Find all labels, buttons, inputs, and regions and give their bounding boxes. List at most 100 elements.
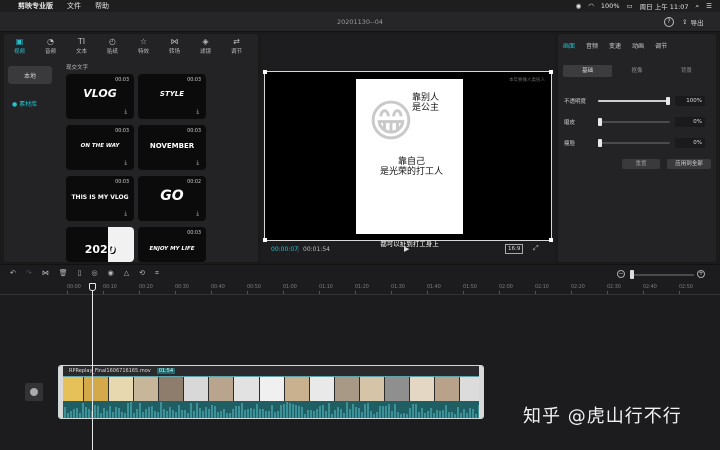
tab-effects[interactable]: ☆ 特效	[128, 34, 159, 56]
opacity-slider[interactable]	[598, 97, 670, 105]
subtab-basic[interactable]: 基础	[563, 65, 613, 77]
frame-thumb	[359, 377, 385, 401]
tab-adjust[interactable]: ⇄ 调节	[221, 34, 252, 56]
battery-icon[interactable]: ▭	[627, 2, 633, 10]
frame-thumb	[259, 377, 285, 401]
waveform-bar	[439, 411, 441, 418]
redo-icon[interactable]: ↷	[26, 269, 32, 278]
clip-trim-left[interactable]	[59, 366, 63, 418]
source-library[interactable]: ● 素材库	[8, 94, 52, 112]
reverse-icon[interactable]: ◎	[92, 269, 98, 278]
opacity-value[interactable]: 100%	[675, 96, 705, 106]
subtab-cutout[interactable]: 抠像	[612, 65, 661, 77]
tick-label: 01:40	[427, 285, 441, 294]
mirror-icon[interactable]: ◉	[108, 269, 114, 278]
resize-handle[interactable]	[549, 70, 553, 74]
time-ruler[interactable]: 00:00 00:10 00:20 00:30 00:40 00:50 01:0…	[0, 283, 720, 295]
tab-transition[interactable]: ⋈ 转场	[159, 34, 190, 56]
thumb-november[interactable]: 00:03 NOVEMBER ⤓	[138, 125, 206, 170]
wifi-icon[interactable]: ◠	[588, 2, 594, 10]
tab-audio[interactable]: ◔ 音频	[35, 34, 66, 56]
tab-animation[interactable]: 动画	[632, 41, 644, 50]
track-audio-toggle[interactable]	[25, 383, 43, 401]
download-icon[interactable]: ⤓	[124, 159, 127, 167]
undo-icon[interactable]: ↶	[10, 269, 16, 278]
clip-trim-right[interactable]	[479, 366, 483, 418]
thumb-2020[interactable]: 00:03 2020	[66, 227, 134, 262]
menu-help[interactable]: 帮助	[95, 1, 109, 11]
media-panel: ▣ 视频 ◔ 音频 TI 文本 ◴ 贴纸 ☆ 特效 ⋈ 转场 ◈ 滤镜 ⇄ 调节 本地 ● 素材…	[4, 34, 258, 262]
clip-filename: RPReplay_Final1606716165.mov	[69, 368, 151, 374]
download-icon[interactable]: ⤓	[124, 108, 127, 116]
aspect-ratio-button[interactable]: 16:9	[505, 244, 524, 254]
smooth-value[interactable]: 0%	[675, 117, 705, 127]
split-icon[interactable]: ⋈	[42, 269, 49, 278]
freeze-icon[interactable]: ▯	[78, 269, 82, 278]
tab-speed[interactable]: 变速	[609, 41, 621, 50]
crop-icon[interactable]: ⌗	[155, 269, 159, 278]
waveform-bar	[136, 409, 138, 418]
source-local[interactable]: 本地	[8, 66, 52, 84]
waveform-bar	[331, 414, 333, 418]
slider-knob[interactable]	[598, 118, 602, 126]
thumb-on-the-way[interactable]: 00:03 ON THE WAY ⤓	[66, 125, 134, 170]
play-icon[interactable]: ▶	[404, 245, 409, 253]
waveform-bar	[238, 406, 240, 418]
tab-audio-props[interactable]: 音频	[586, 41, 598, 50]
waveform-bar	[205, 407, 207, 418]
menu-file[interactable]: 文件	[67, 1, 81, 11]
help-icon[interactable]: ?	[664, 17, 674, 27]
apply-all-button[interactable]: 应用到全部	[667, 159, 711, 169]
wechat-icon[interactable]: ◉	[576, 2, 582, 10]
waveform-bar	[454, 414, 456, 418]
flip-icon[interactable]: △	[124, 269, 129, 278]
download-icon[interactable]: ⤓	[196, 210, 199, 218]
control-center-icon[interactable]: ☰	[706, 2, 712, 10]
playhead[interactable]	[92, 285, 93, 450]
preview-canvas[interactable]: 😁 靠别人 是公主 靠自己 是光荣的打工人 都可以扯到打工身上 本年要做人类技人	[263, 70, 553, 248]
status-area: ◉ ◠ 100% ▭ 周日 上午 11:07 ⌕ ☰	[576, 0, 712, 12]
video-clip[interactable]: RPReplay_Final1606716165.mov 01:54	[58, 365, 484, 419]
resize-handle[interactable]	[263, 70, 267, 74]
waveform-bar	[325, 411, 327, 418]
tab-text[interactable]: TI 文本	[66, 34, 97, 56]
slim-face-value[interactable]: 0%	[675, 138, 705, 148]
tick-label: 02:20	[571, 285, 585, 294]
zoom-knob[interactable]	[630, 270, 634, 279]
thumb-this-is-my-vlog[interactable]: 00:03 THIS IS MY VLOG ⤓	[66, 176, 134, 221]
delete-icon[interactable]: 🗑	[59, 269, 68, 278]
tab-picture[interactable]: 画面	[563, 41, 575, 50]
export-button[interactable]: ⇪ 导出	[682, 16, 703, 28]
thumb-enjoy-my-life[interactable]: 00:03 ENJOY MY LIFE	[138, 227, 206, 262]
video-icon: ▣	[15, 37, 24, 46]
waveform-bar	[262, 409, 264, 418]
download-icon[interactable]: ⤓	[124, 210, 127, 218]
thumb-style[interactable]: 00:03 STYLE ⤓	[138, 74, 206, 119]
slim-face-slider[interactable]	[598, 139, 670, 147]
rotate-icon[interactable]: ⟲	[139, 269, 145, 278]
properties-panel: 画面 音频 变速 动画 调节 基础 抠像 背景 不透明度 100% 磨皮 0% …	[558, 34, 716, 262]
smooth-slider[interactable]	[598, 118, 670, 126]
clock[interactable]: 周日 上午 11:07	[640, 1, 689, 11]
waveform-bar	[118, 408, 120, 418]
slider-knob[interactable]	[598, 139, 602, 147]
download-icon[interactable]: ⤓	[196, 159, 199, 167]
download-icon[interactable]: ⤓	[196, 108, 199, 116]
zoom-slider[interactable]	[630, 274, 694, 276]
playhead-handle[interactable]	[89, 283, 96, 291]
tab-filter[interactable]: ◈ 滤镜	[190, 34, 221, 56]
tab-sticker[interactable]: ◴ 贴纸	[97, 34, 128, 56]
slider-knob[interactable]	[666, 97, 670, 105]
tab-video[interactable]: ▣ 视频	[4, 34, 35, 56]
tick-label: 00:30	[175, 285, 189, 294]
thumb-go[interactable]: 00:02 GO ⤓	[138, 176, 206, 221]
reset-button[interactable]: 重置	[622, 159, 660, 169]
zoom-out-icon[interactable]: −	[617, 270, 625, 278]
zoom-in-icon[interactable]: +	[697, 270, 705, 278]
subtab-background[interactable]: 背景	[662, 65, 711, 77]
menu-app-name[interactable]: 剪映专业版	[18, 1, 53, 11]
search-icon[interactable]: ⌕	[696, 2, 700, 11]
thumb-vlog[interactable]: 00:03 VLOG ⤓	[66, 74, 134, 119]
tab-adjust-props[interactable]: 调节	[655, 41, 667, 50]
fullscreen-icon[interactable]: ⤢	[533, 244, 539, 253]
